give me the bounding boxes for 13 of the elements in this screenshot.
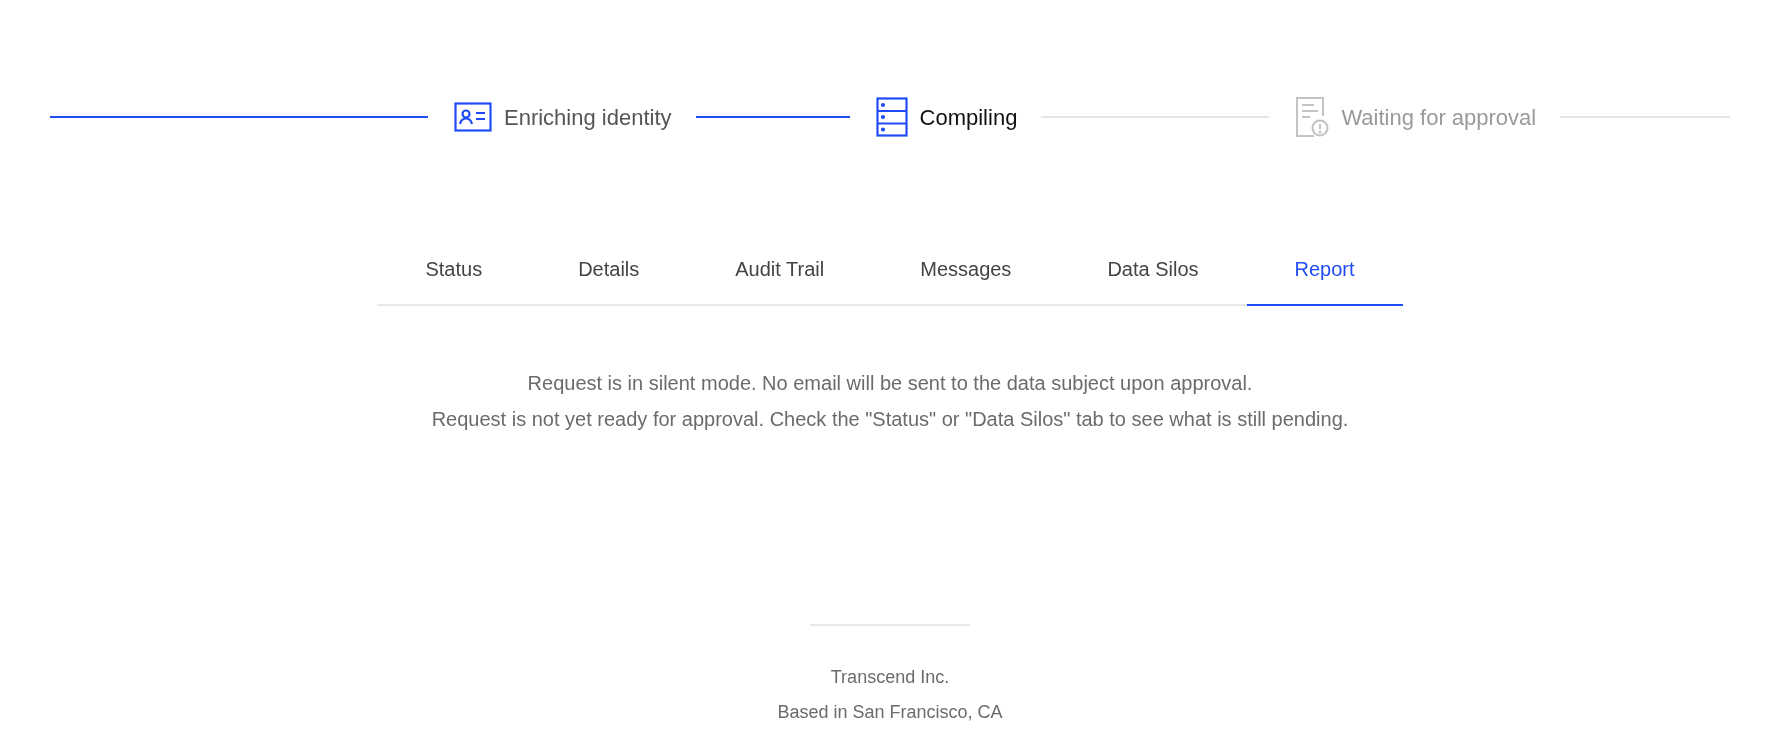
status-message: Request is not yet ready for approval. Check the "Status" or "Data Silos" tab to see what is still pending. (431, 407, 1349, 432)
tab[interactable]: Data Silos (1059, 250, 1247, 306)
tab[interactable]: Details (530, 250, 688, 306)
tab[interactable]: Status (377, 250, 531, 306)
step-label: Compiling (919, 103, 1018, 132)
footer-text: Based in San Francisco, CA (777, 701, 1003, 724)
tab[interactable]: Report (1246, 250, 1403, 306)
step-label: Waiting for approval (1341, 103, 1537, 132)
footer-text: Transcend Inc. (830, 666, 950, 689)
step-label: Enriching identity (504, 103, 672, 132)
tab[interactable]: Messages (872, 250, 1060, 306)
status-message: Request is in silent mode. No email will be sent to the data subject upon approval. (527, 371, 1253, 396)
tab[interactable]: Audit Trail (687, 250, 873, 306)
